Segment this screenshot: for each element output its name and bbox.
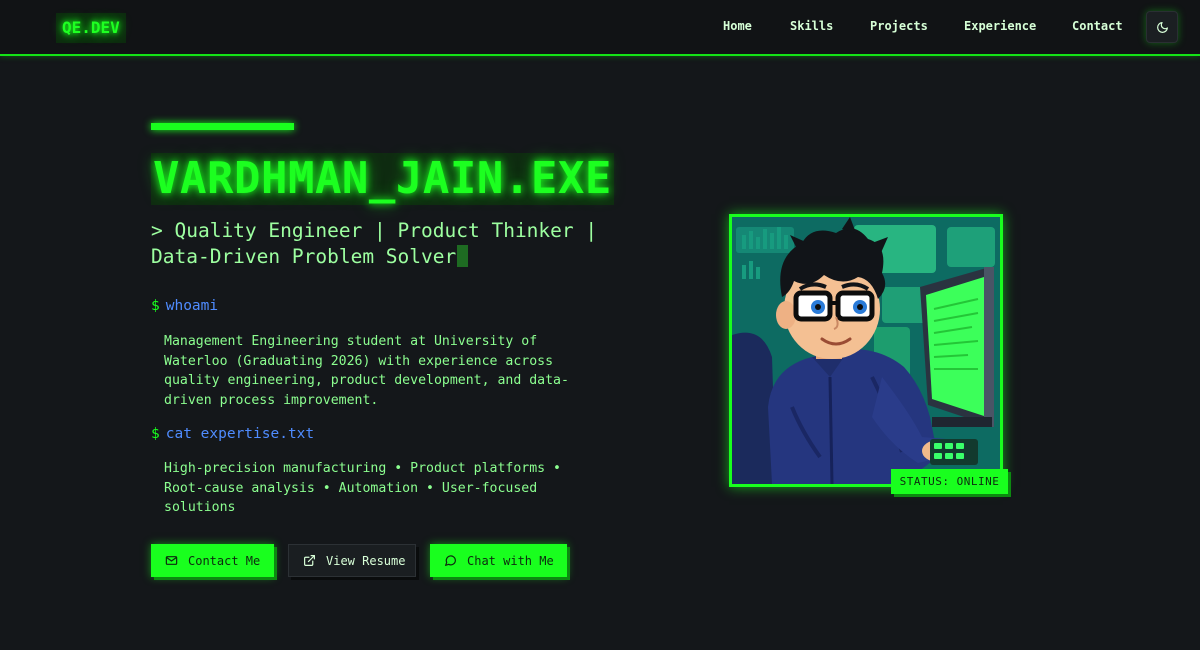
view-resume-button[interactable]: View Resume bbox=[288, 544, 416, 577]
avatar-frame bbox=[729, 214, 1003, 487]
prompt-symbol: $ bbox=[151, 298, 160, 314]
contact-me-button[interactable]: Contact Me bbox=[151, 544, 274, 577]
external-link-icon bbox=[304, 555, 315, 566]
subtitle-line-2: Data-Driven Problem Solver bbox=[151, 244, 621, 270]
subtitle-line-2-text: Data-Driven Problem Solver bbox=[151, 245, 457, 268]
avatar-illustration bbox=[732, 217, 1000, 484]
chat-bubble-icon bbox=[445, 555, 456, 566]
hero-subtitle: > Quality Engineer | Product Thinker | D… bbox=[151, 218, 621, 270]
theme-toggle-button[interactable] bbox=[1146, 11, 1178, 43]
expertise-text: High-precision manufacturing • Product p… bbox=[164, 461, 561, 516]
command-text: whoami bbox=[165, 298, 219, 314]
navbar: QE.DEV Home Skills Projects Experience C… bbox=[0, 0, 1200, 56]
accent-bar bbox=[151, 123, 294, 130]
status-badge: STATUS: ONLINE bbox=[891, 469, 1008, 494]
prompt-symbol: $ bbox=[151, 426, 160, 442]
nav-projects[interactable]: Projects bbox=[870, 19, 928, 33]
subtitle-line-1: > Quality Engineer | Product Thinker | bbox=[151, 219, 598, 242]
chat-with-me-label: Chat with Me bbox=[467, 553, 554, 568]
contact-me-label: Contact Me bbox=[188, 553, 261, 568]
site-logo[interactable]: QE.DEV bbox=[56, 13, 126, 43]
command-cat-expertise: $ cat expertise.txt bbox=[151, 426, 314, 442]
nav-skills[interactable]: Skills bbox=[790, 19, 833, 33]
bio-text: Management Engineering student at Univer… bbox=[164, 334, 569, 409]
view-resume-label: View Resume bbox=[326, 553, 406, 568]
command-whoami: $ whoami bbox=[151, 298, 218, 314]
nav-contact[interactable]: Contact bbox=[1072, 19, 1123, 33]
hero-title: VARDHMAN_JAIN.EXE bbox=[151, 153, 614, 205]
nav-home[interactable]: Home bbox=[723, 19, 752, 33]
terminal-cursor bbox=[457, 245, 469, 267]
moon-icon bbox=[1156, 21, 1168, 33]
nav-experience[interactable]: Experience bbox=[964, 19, 1036, 33]
mail-icon bbox=[165, 556, 178, 565]
command-text: cat expertise.txt bbox=[165, 426, 315, 442]
chat-with-me-button[interactable]: Chat with Me bbox=[430, 544, 567, 577]
